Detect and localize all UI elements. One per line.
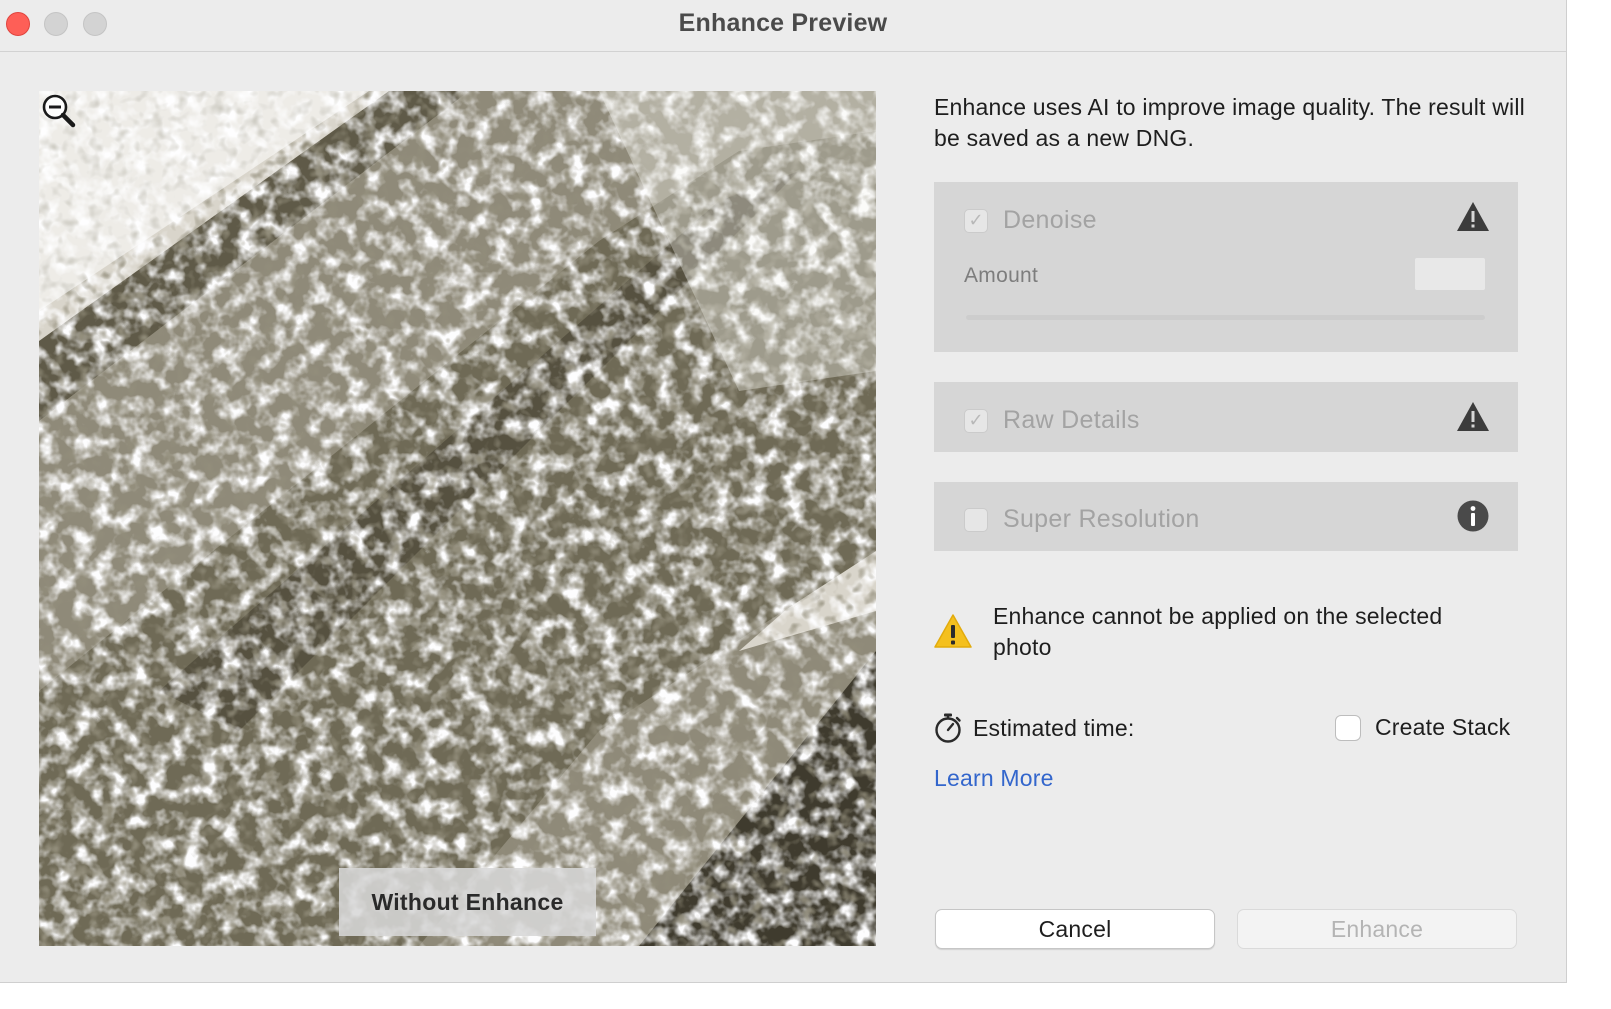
cancel-button[interactable]: Cancel (935, 909, 1215, 949)
mountain-photo (39, 91, 876, 946)
raw-details-section: ✓ Raw Details (934, 382, 1518, 452)
warning-icon[interactable] (1456, 200, 1490, 234)
super-resolution-label: Super Resolution (1003, 505, 1200, 533)
enhance-preview-dialog: Enhance Preview Without Enhance Enhance … (0, 0, 1567, 983)
estimated-time-label: Estimated time: (973, 714, 1135, 741)
cannot-apply-warning: Enhance cannot be applied on the selecte… (934, 601, 1493, 663)
create-stack-checkbox[interactable] (1335, 714, 1361, 741)
estimated-time: Estimated time: (934, 712, 1135, 744)
super-resolution-section: Super Resolution (934, 482, 1518, 551)
stopwatch-icon (935, 713, 961, 743)
warning-message: Enhance cannot be applied on the selecte… (993, 603, 1443, 660)
amount-label: Amount (964, 264, 1039, 287)
super-resolution-checkbox[interactable] (964, 507, 988, 532)
title-bar: Enhance Preview (0, 0, 1566, 52)
denoise-label: Denoise (1003, 206, 1097, 234)
denoise-checkbox[interactable]: ✓ (964, 208, 988, 233)
warning-icon[interactable] (1456, 400, 1490, 434)
info-icon[interactable] (1456, 499, 1490, 533)
learn-more-link[interactable]: Learn More (934, 765, 1054, 792)
enhance-button[interactable]: Enhance (1237, 909, 1517, 949)
create-stack-label[interactable]: Create Stack (1375, 714, 1510, 741)
window-title: Enhance Preview (678, 9, 888, 37)
amount-input[interactable] (1415, 258, 1485, 290)
amount-slider[interactable] (966, 315, 1485, 320)
compare-toggle-label[interactable]: Without Enhance (339, 868, 596, 936)
raw-details-checkbox[interactable]: ✓ (964, 408, 988, 433)
zoom-out-icon[interactable] (39, 91, 79, 131)
create-stack-option[interactable]: Create Stack (1335, 714, 1510, 741)
raw-details-label: Raw Details (1003, 406, 1140, 434)
warning-icon (934, 614, 972, 648)
intro-text: Enhance uses AI to improve image quality… (934, 94, 1525, 151)
denoise-section: ✓ Denoise Amount (934, 182, 1518, 352)
photo-preview[interactable]: Without Enhance (39, 91, 876, 946)
